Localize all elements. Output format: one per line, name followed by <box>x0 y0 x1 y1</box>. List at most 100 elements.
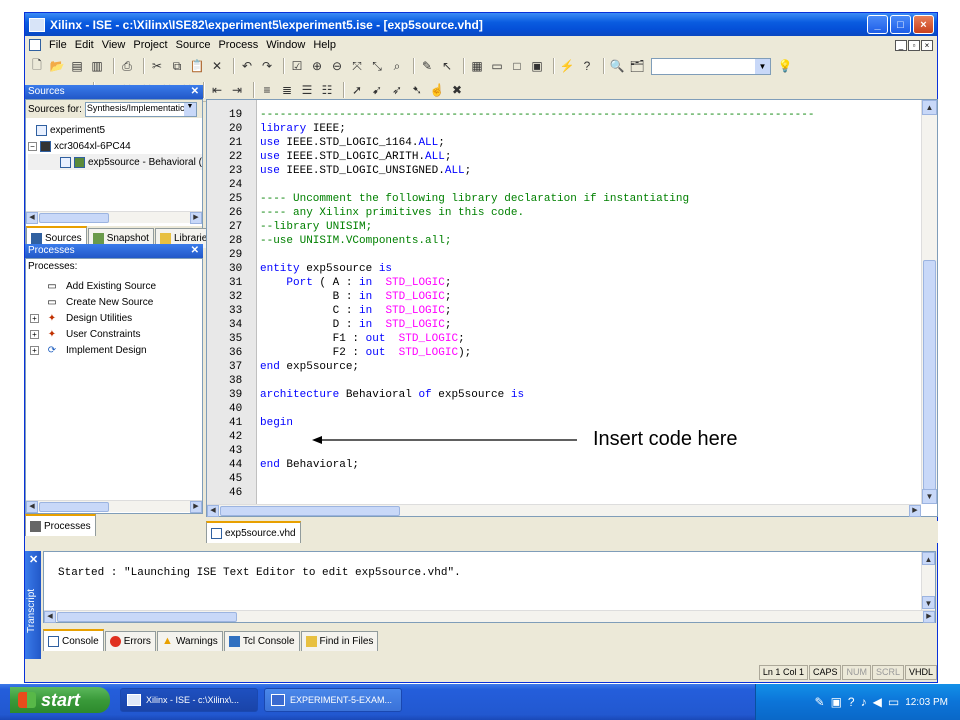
pen-icon[interactable]: ✎ <box>815 695 825 709</box>
code-line[interactable]: 24 <box>207 178 867 192</box>
paste-icon[interactable]: 📋 <box>189 58 205 74</box>
tab-find-in-files[interactable]: Find in Files <box>300 631 379 651</box>
undo-icon[interactable]: ↶ <box>239 58 255 74</box>
scroll-up-icon[interactable]: ▲ <box>922 552 935 565</box>
chevron-down-icon[interactable]: ▼ <box>755 58 770 74</box>
tab-warnings[interactable]: ▲ Warnings <box>156 631 223 651</box>
code-line[interactable]: 35 F1 : out STD_LOGIC; <box>207 332 867 346</box>
tab-exp5source[interactable]: exp5source.vhd <box>206 521 301 543</box>
scroll-right-icon[interactable]: ▶ <box>190 212 202 224</box>
close-icon[interactable]: ✕ <box>191 85 199 99</box>
maximize-button[interactable]: □ <box>890 15 911 34</box>
code-line[interactable]: 46 <box>207 486 867 500</box>
menu-source[interactable]: Source <box>172 39 215 51</box>
indent-left-icon[interactable]: ⇤ <box>209 82 225 98</box>
console-vscroll[interactable]: ▲ ▼ <box>921 552 935 610</box>
tab-console[interactable]: Console <box>43 629 104 651</box>
scroll-thumb[interactable] <box>39 502 109 512</box>
cut-icon[interactable]: ✂ <box>149 58 165 74</box>
expand-icon[interactable]: + <box>30 329 39 339</box>
pointer-icon[interactable]: ↖ <box>439 58 455 74</box>
bookmark-next-icon[interactable]: ➹ <box>369 82 385 98</box>
window-icon[interactable]: □ <box>509 58 525 74</box>
print-icon[interactable]: ⎙ <box>119 58 135 74</box>
scroll-right-icon[interactable]: ▶ <box>909 505 921 517</box>
search-icon[interactable]: ⌕ <box>389 58 405 74</box>
light-bulb-icon[interactable]: 💡 <box>777 58 793 74</box>
code-line[interactable]: 31 Port ( A : in STD_LOGIC; <box>207 276 867 290</box>
copy-icon[interactable]: ⧉ <box>169 58 185 74</box>
code-editor[interactable]: 19 --------------------------------------… <box>206 99 938 517</box>
code-line[interactable]: 19 --------------------------------------… <box>207 108 867 122</box>
code-line[interactable]: 40 <box>207 402 867 416</box>
mdi-close-button[interactable]: × <box>921 39 933 51</box>
code-line[interactable]: 29 <box>207 248 867 262</box>
help-pointer-icon[interactable]: ? <box>579 58 595 74</box>
window2-icon[interactable]: ▣ <box>529 58 545 74</box>
bookmark-icon[interactable]: ➚ <box>349 82 365 98</box>
code-line[interactable]: 39 architecture Behavioral of exp5source … <box>207 388 867 402</box>
mdi-minimize-button[interactable]: _ <box>895 39 907 51</box>
speaker-icon[interactable]: ♪ <box>861 695 867 709</box>
close-icon[interactable]: ✕ <box>29 553 38 566</box>
editor-hscroll[interactable]: ◀ ▶ <box>207 504 921 517</box>
code-line[interactable]: 45 <box>207 472 867 486</box>
collapse-icon[interactable]: − <box>28 141 37 151</box>
code-line[interactable]: 34 D : in STD_LOGIC; <box>207 318 867 332</box>
scroll-left-icon[interactable]: ◀ <box>26 212 38 224</box>
tree-item-project[interactable]: experiment5 <box>28 122 202 138</box>
code-line[interactable]: 41 begin <box>207 416 867 430</box>
arrow-icon[interactable]: ◀ <box>873 695 882 709</box>
mdi-restore-button[interactable]: ▫ <box>908 39 920 51</box>
zoom-full-icon[interactable]: ⤡ <box>369 58 385 74</box>
tab-tcl-console[interactable]: Tcl Console <box>223 631 300 651</box>
find-in-files-icon[interactable]: 🗂 <box>629 58 645 74</box>
tree-item-source[interactable]: exp5source - Behavioral ( <box>28 154 202 170</box>
scroll-left-icon[interactable]: ◀ <box>207 505 219 517</box>
process-user-constraints[interactable]: + ✦ User Constraints <box>30 326 156 342</box>
code-line[interactable]: 26 ---- any Xilinx primitives in this cod… <box>207 206 867 220</box>
clear-bookmarks-icon[interactable]: ✖ <box>449 82 465 98</box>
zoom-fit-icon[interactable]: ⤧ <box>349 58 365 74</box>
sources-for-select[interactable]: Synthesis/Implementatic ▼ <box>84 101 197 117</box>
menu-window[interactable]: Window <box>262 39 309 51</box>
new-icon[interactable]: 🗋 <box>29 58 45 74</box>
scroll-thumb[interactable] <box>923 260 936 490</box>
title-bar[interactable]: Xilinx - ISE - c:\Xilinx\ISE82\experimen… <box>25 13 937 36</box>
expand-icon[interactable]: + <box>30 313 39 323</box>
hand-icon[interactable]: ☝ <box>429 82 445 98</box>
code-line[interactable]: 37 end exp5source; <box>207 360 867 374</box>
comment-icon[interactable]: ≡ <box>259 82 275 98</box>
scroll-thumb[interactable] <box>57 612 237 622</box>
tree-item-device[interactable]: − xcr3064xl-6PC44 <box>28 138 202 154</box>
taskbar-item-ise[interactable]: Xilinx - ISE - c:\Xilinx\... <box>120 688 258 712</box>
scroll-down-icon[interactable]: ▼ <box>922 489 937 504</box>
find-icon[interactable]: 🔍 <box>609 58 625 74</box>
scroll-thumb[interactable] <box>39 213 109 223</box>
process-implement-design[interactable]: + ⟳ Implement Design <box>30 342 156 358</box>
taskbar-item-document[interactable]: EXPERIMENT-5-EXAM... <box>264 688 402 712</box>
editor-vscroll[interactable]: ▲ ▼ <box>921 100 937 504</box>
scroll-left-icon[interactable]: ◀ <box>44 611 56 623</box>
zoom-in-icon[interactable]: ⊕ <box>309 58 325 74</box>
tab-processes[interactable]: Processes <box>25 514 96 536</box>
close-icon[interactable]: ✕ <box>191 244 199 258</box>
scroll-thumb[interactable] <box>220 506 400 516</box>
menu-view[interactable]: View <box>98 39 130 51</box>
processes-hscroll[interactable]: ◀ ▶ <box>26 500 202 513</box>
zoom-out-icon[interactable]: ⊖ <box>329 58 345 74</box>
delete-icon[interactable]: ✕ <box>209 58 225 74</box>
network-icon[interactable]: ▣ <box>831 695 842 709</box>
scroll-up-icon[interactable]: ▲ <box>922 100 937 115</box>
menu-help[interactable]: Help <box>309 39 340 51</box>
redo-icon[interactable]: ↷ <box>259 58 275 74</box>
code-line[interactable]: 25 ---- Uncomment the following library d… <box>207 192 867 206</box>
code-line[interactable]: 33 C : in STD_LOGIC; <box>207 304 867 318</box>
start-button[interactable]: start <box>10 687 110 713</box>
scroll-down-icon[interactable]: ▼ <box>922 596 935 609</box>
chevron-down-icon[interactable]: ▼ <box>183 102 196 116</box>
find-combo[interactable]: ▼ <box>651 57 771 75</box>
code-line[interactable]: 32 B : in STD_LOGIC; <box>207 290 867 304</box>
code-line[interactable]: 38 <box>207 374 867 388</box>
minimize-button[interactable]: _ <box>867 15 888 34</box>
